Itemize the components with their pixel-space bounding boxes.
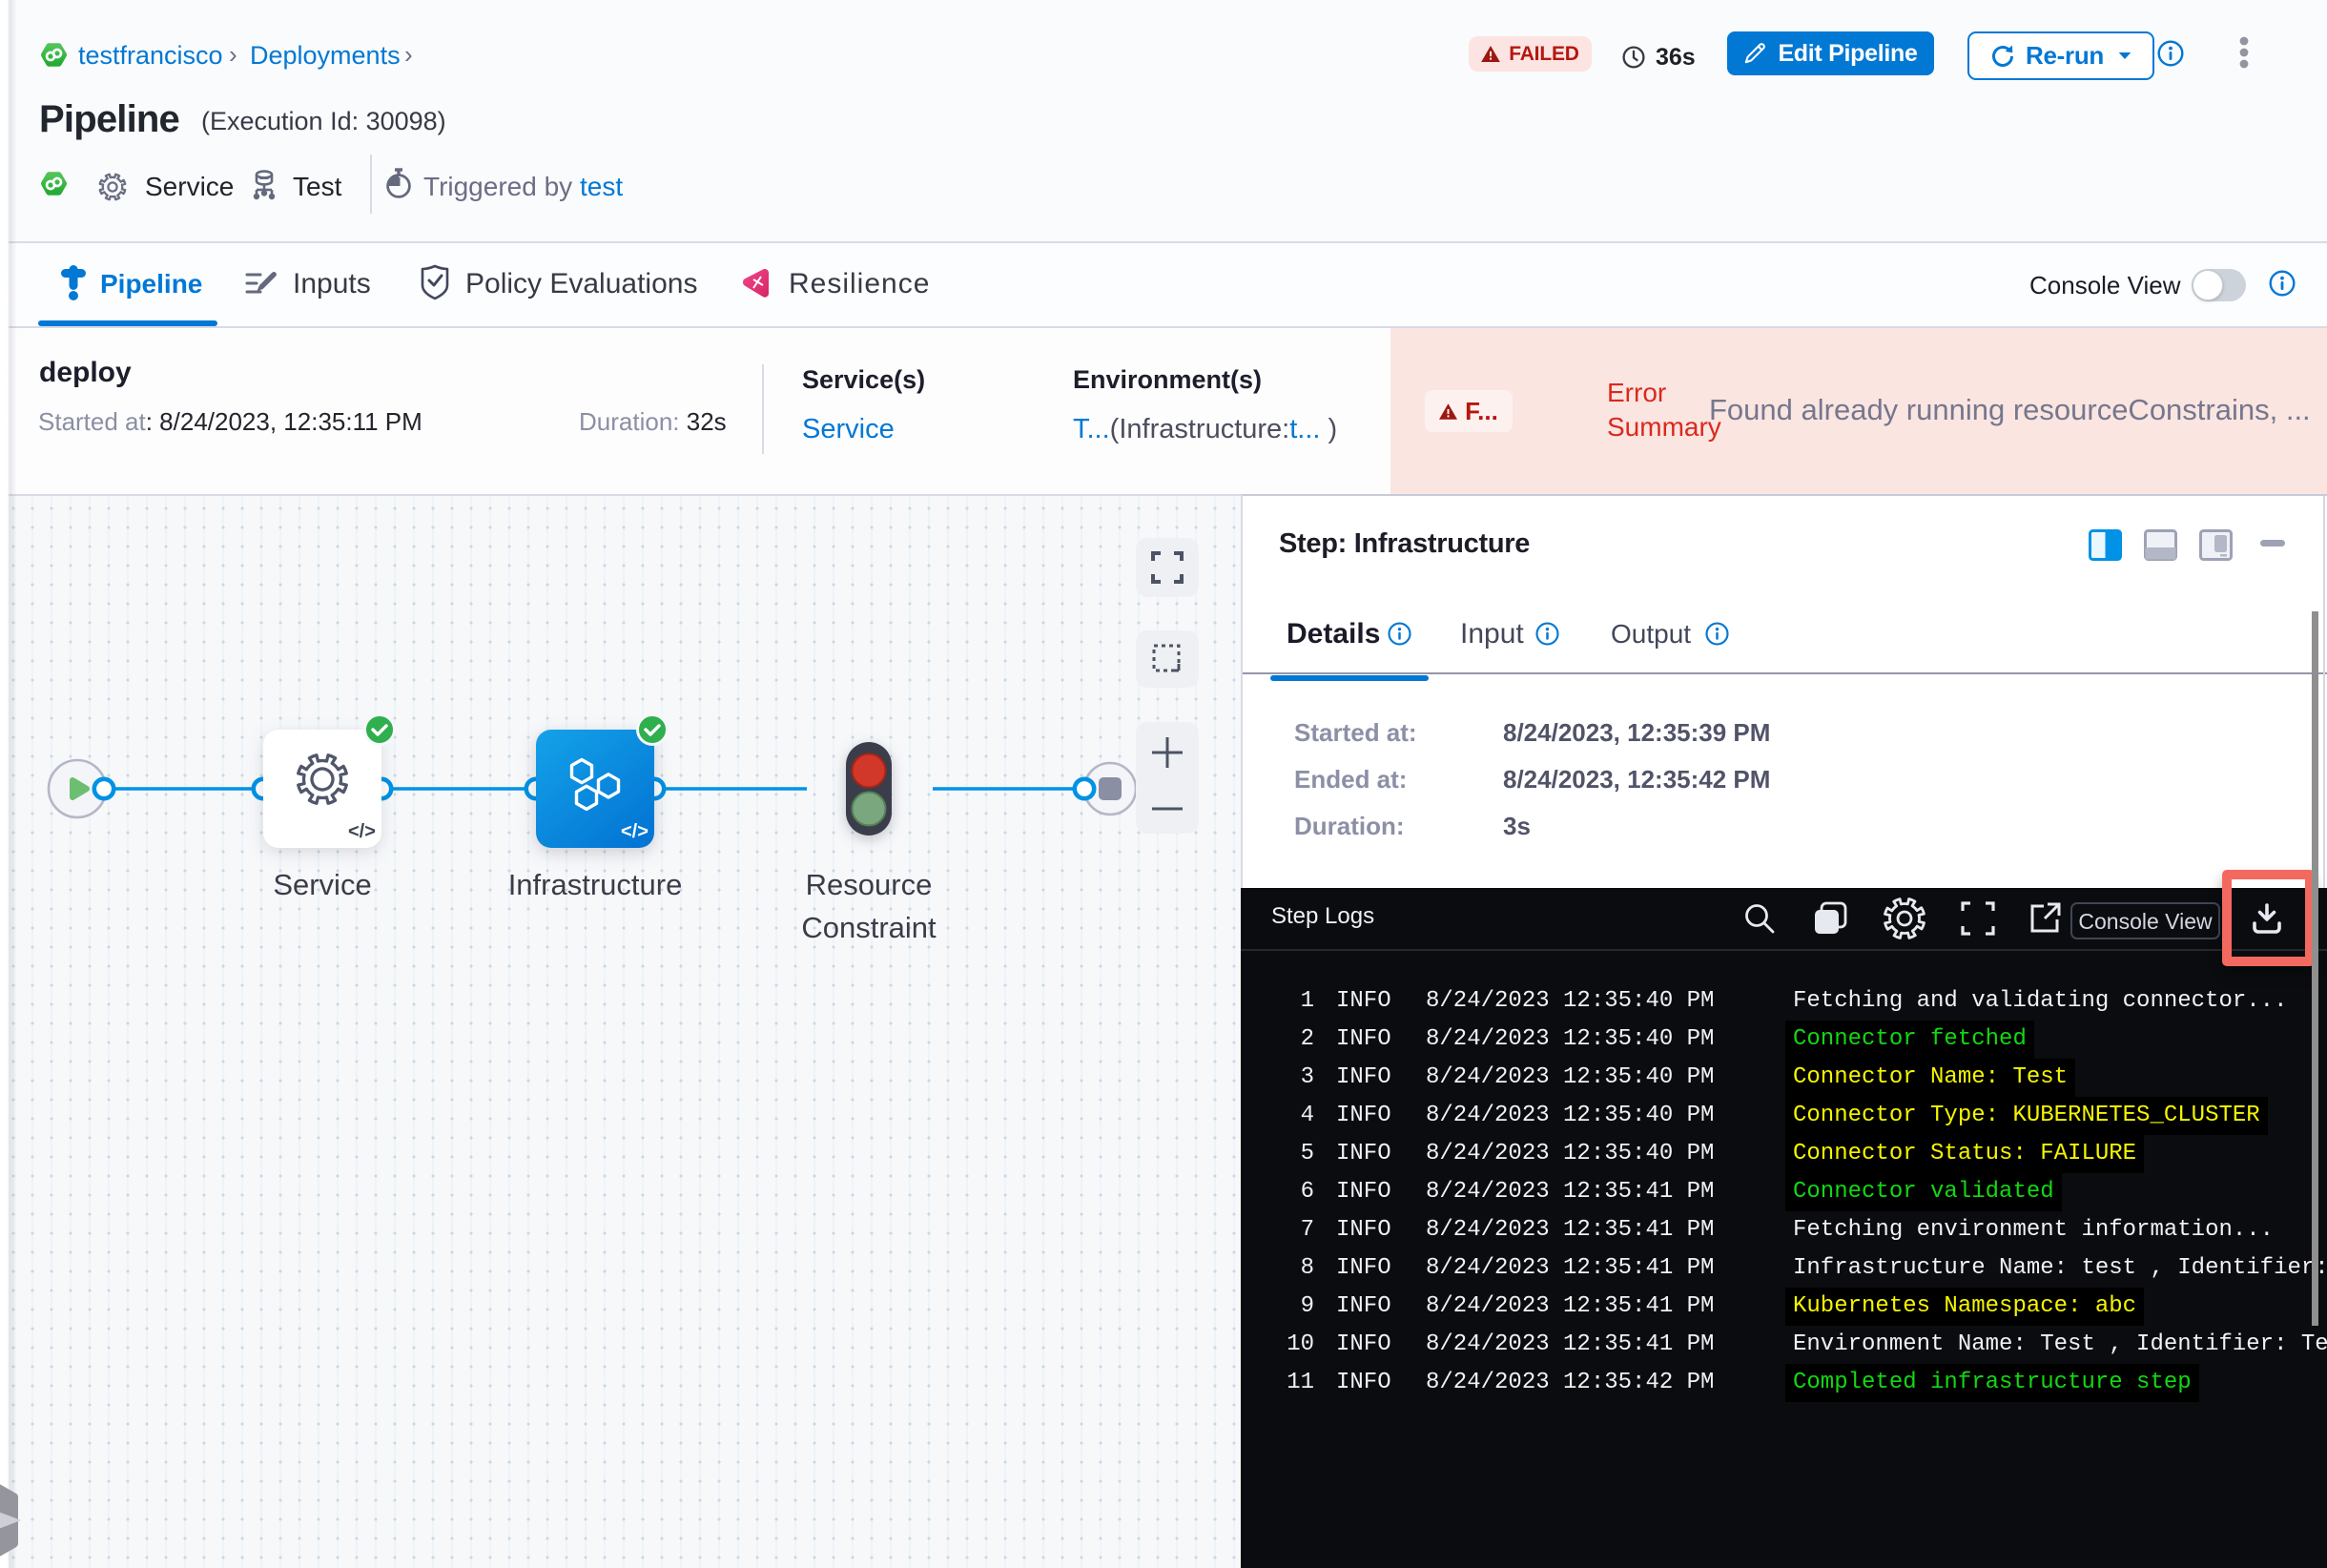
svg-text:Service: Service	[273, 868, 371, 901]
svg-text:Resource: Resource	[806, 868, 933, 901]
svg-text:Constraint: Constraint	[801, 911, 937, 944]
svg-text:Infrastructure: Infrastructure	[508, 868, 683, 901]
svg-text:</>: </>	[348, 821, 376, 842]
svg-text:</>: </>	[621, 821, 649, 842]
